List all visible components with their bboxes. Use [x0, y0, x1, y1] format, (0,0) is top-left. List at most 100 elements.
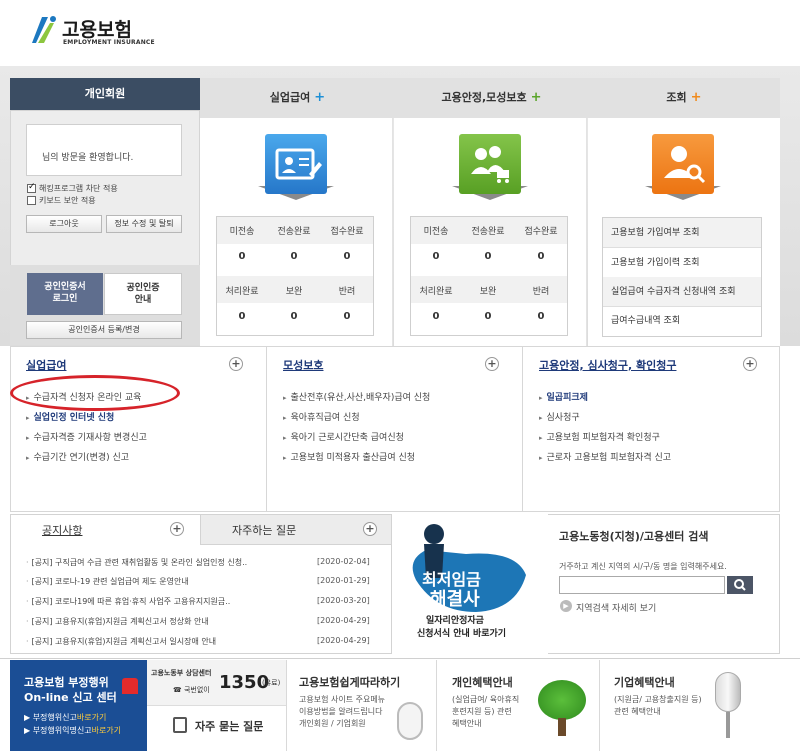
cert-login-button[interactable]: 공인인증서 로그인: [27, 273, 103, 315]
tab-unemployment-benefit[interactable]: 실업급여 +: [200, 78, 395, 118]
status-value[interactable]: 0: [410, 251, 462, 262]
status-label: 처리완료: [419, 287, 453, 297]
status-label: 반려: [532, 287, 550, 297]
report-link2-label: ▶ 부정행위익명신고: [24, 726, 92, 735]
hotline-sub: ☎ 국번없이: [173, 686, 210, 694]
lookup-insured-status[interactable]: 고용보험 가입여부 조회: [603, 218, 761, 248]
menu-item[interactable]: 일곱피크제: [539, 390, 588, 403]
banner-line1: 일자리안정자금: [426, 616, 484, 626]
status-value[interactable]: 0: [216, 311, 268, 322]
logo-text[interactable]: 고용보험: [62, 15, 132, 42]
menu-item[interactable]: 고용보험 피보험자격 확인청구: [539, 430, 660, 443]
search-title: 고용노동청(지청)/고용센터 검색: [559, 530, 709, 543]
more-plus-icon[interactable]: +: [485, 357, 499, 371]
family-icon[interactable]: [459, 134, 521, 194]
more-plus-icon[interactable]: +: [170, 522, 184, 536]
keyboard-security-label: 키보드 보안 적용: [39, 196, 96, 205]
menu-title[interactable]: 고용안정, 심사청구, 확인청구: [539, 357, 676, 373]
status-value[interactable]: 0: [216, 251, 268, 262]
tab-personal-member[interactable]: 개인회원: [10, 78, 200, 110]
status-value[interactable]: 0: [515, 311, 567, 322]
logo-subtitle: EMPLOYMENT INSURANCE: [63, 39, 155, 46]
siren-icon: [122, 678, 138, 694]
tab-label: 실업급여: [269, 91, 311, 104]
logo-icon[interactable]: [28, 13, 58, 47]
status-value[interactable]: 0: [268, 311, 320, 322]
cert-info-line2: 안내: [134, 295, 152, 305]
status-value[interactable]: 0: [462, 251, 514, 262]
id-card-icon[interactable]: [265, 134, 327, 194]
lookup-insured-history[interactable]: 고용보험 가입이력 조회: [603, 248, 761, 278]
status-label: 미전송: [423, 227, 449, 237]
region-search-input[interactable]: [559, 576, 725, 594]
menu-item[interactable]: 고용보험 미적용자 출산급여 신청: [283, 450, 416, 463]
search-icon: [734, 579, 746, 591]
mouse-icon: [397, 702, 423, 740]
arrow-right-icon: ▶: [560, 600, 572, 612]
highlight-oval: [10, 375, 180, 411]
report-link1[interactable]: ▶ 부정행위신고바로가기: [24, 712, 106, 723]
cert-info-button[interactable]: 공인인증 안내: [104, 273, 182, 315]
tab-lookup[interactable]: 조회 +: [588, 78, 780, 118]
notice-row[interactable]: [공지] 코로나19에 따른 휴업·휴직 사업주 고용유지지원금..: [26, 596, 231, 607]
menu-item[interactable]: 심사청구: [539, 410, 580, 423]
personal-benefit-title: 개인혜택안내: [452, 676, 513, 689]
fraud-report-banner[interactable]: 고용보험 부정행위 On-line 신고 센터 ▶ 부정행위신고바로가기 ▶ 부…: [10, 660, 147, 751]
menu-item[interactable]: 근로자 고용보험 피보험자격 신고: [539, 450, 672, 463]
notice-row[interactable]: [공지] 코로나-19 관련 실업급여 제도 운영안내: [26, 576, 189, 587]
status-value[interactable]: 0: [462, 311, 514, 322]
logout-button[interactable]: 로그아웃: [26, 215, 102, 233]
hack-block-checkbox[interactable]: [27, 182, 36, 193]
personal-benefit-card[interactable]: 개인혜택안내 (실업급여/ 육아휴직 훈련지원 등) 관련 혜택안내: [438, 660, 600, 751]
report-title2: On-line 신고 센터: [24, 691, 117, 704]
status-value[interactable]: 0: [515, 251, 567, 262]
notice-date: [2020-03-20]: [317, 596, 370, 605]
easy-guide-card[interactable]: 고용보험쉽게따라하기 고용보험 사이트 주요메뉴 이용방법을 알려드립니다 개인…: [287, 660, 437, 751]
status-label: 보완: [285, 287, 303, 297]
menu-item[interactable]: 수급자격증 기재사항 변경신고: [26, 430, 147, 443]
report-link2-go: 바로가기: [91, 726, 122, 735]
menu-item[interactable]: 출산전후(유산,사산,배우자)급여 신청: [283, 390, 431, 403]
more-plus-icon[interactable]: +: [743, 357, 757, 371]
more-plus-icon[interactable]: +: [229, 357, 243, 371]
menu-item[interactable]: 육아기 근로시간단축 급여신청: [283, 430, 404, 443]
keyboard-security-checkbox[interactable]: [27, 196, 36, 205]
menu-title[interactable]: 실업급여: [26, 357, 66, 373]
status-value[interactable]: 0: [268, 251, 320, 262]
lookup-eligibility-history[interactable]: 실업급여 수급자격 신청내역 조회: [603, 277, 761, 307]
faq-tab-label[interactable]: 자주하는 질문: [232, 522, 296, 538]
status-label: 보완: [479, 287, 497, 297]
more-plus-icon[interactable]: +: [363, 522, 377, 536]
lookup-benefit-history[interactable]: 급여수급내역 조회: [603, 306, 761, 336]
search-button[interactable]: [727, 576, 753, 594]
status-value[interactable]: 0: [410, 311, 462, 322]
status-value[interactable]: 0: [321, 311, 373, 322]
hotline-panel[interactable]: 고용노동부 상담센터 ☎ 국번없이 1350 (유료) 자주 묻는 질문: [147, 660, 287, 751]
status-value[interactable]: 0: [321, 251, 373, 262]
easy-guide-desc: 이용방법을 알려드립니다: [299, 707, 383, 716]
notice-row[interactable]: [공지] 고용유지(휴업)지원금 계획신고서 일시장애 안내: [26, 636, 217, 647]
search-detail-link[interactable]: 지역검색 자세히 보기: [576, 601, 656, 614]
menu-item[interactable]: 육아휴직급여 신청: [283, 410, 360, 423]
menu-item[interactable]: 수급기간 연기(변경) 신고: [26, 450, 130, 463]
tab-employment-maternity[interactable]: 고용안정,모성보호 +: [395, 78, 588, 118]
report-link1-label: ▶ 부정행위신고: [24, 713, 77, 722]
menu-item[interactable]: 실업인정 인터넷 신청: [26, 410, 115, 423]
easy-guide-desc: 고용보험 사이트 주요메뉴: [299, 695, 386, 704]
notice-tab-label[interactable]: 공지사항: [42, 522, 82, 538]
edit-info-button[interactable]: 정보 수정 및 탈퇴: [106, 215, 182, 233]
notice-date: [2020-04-29]: [317, 636, 370, 645]
faq-link-label: 자주 묻는 질문: [195, 720, 264, 733]
tab-label: 고용안정,모성보호: [441, 91, 527, 104]
plus-icon: +: [314, 90, 326, 105]
report-link2[interactable]: ▶ 부정행위익명신고바로가기: [24, 725, 121, 736]
notice-row[interactable]: [공지] 고용유지(휴업)지원금 계획신고서 정상화 안내: [26, 616, 209, 627]
notice-row[interactable]: [공지] 구직급여 수급 관련 재취업활동 및 온라인 실업인정 신청..: [26, 557, 248, 568]
company-benefit-card[interactable]: 기업혜택안내 (지원금/ 고용창출지원 등) 관련 혜택안내: [600, 660, 780, 751]
report-link1-go: 바로가기: [76, 713, 107, 722]
personal-benefit-desc: (실업급여/ 육아휴직: [452, 695, 520, 704]
plus-icon: +: [690, 90, 702, 105]
cert-register-button[interactable]: 공인인증서 등록/변경: [26, 321, 182, 339]
menu-title[interactable]: 모성보호: [283, 357, 323, 373]
user-search-icon[interactable]: [652, 134, 714, 194]
